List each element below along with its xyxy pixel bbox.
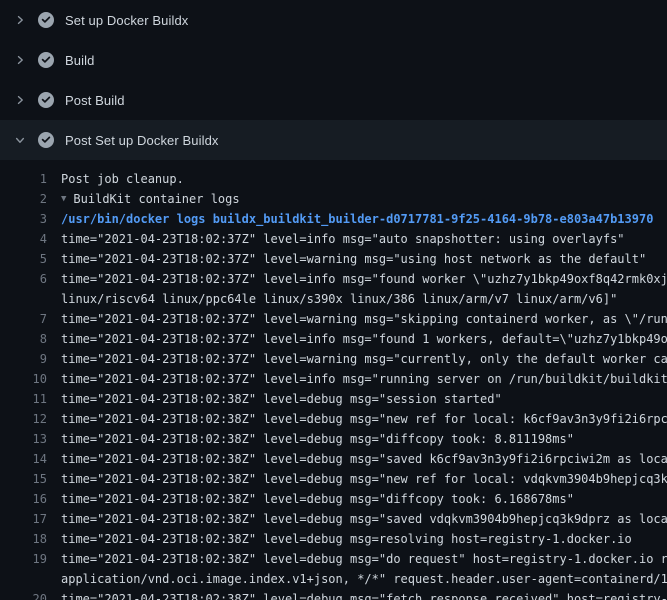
log-line-text: time="2021-04-23T18:02:37Z" level=info m… <box>61 329 667 349</box>
log-line-number[interactable]: 20 <box>0 589 47 600</box>
log-line-number[interactable]: 13 <box>0 429 47 449</box>
log-line-number[interactable]: 4 <box>0 229 47 249</box>
chevron-right-icon[interactable] <box>14 14 26 26</box>
check-circle-icon <box>38 92 54 108</box>
log-line[interactable]: 15 ▼ time="2021-04-23T18:02:38Z" level=d… <box>0 469 667 489</box>
step-section-set-up-docker-buildx[interactable]: Set up Docker Buildx <box>0 0 667 40</box>
log-line-text: linux/riscv64 linux/ppc64le linux/s390x … <box>61 289 667 309</box>
log-line-number[interactable]: 18 <box>0 529 47 549</box>
log-line[interactable]: 13 ▼ time="2021-04-23T18:02:38Z" level=d… <box>0 429 667 449</box>
log-line-text: time="2021-04-23T18:02:38Z" level=debug … <box>61 589 667 600</box>
log-line-text: /usr/bin/docker logs buildx_buildkit_bui… <box>61 209 667 229</box>
triangle-down-icon[interactable]: ▼ <box>61 189 66 209</box>
log-line-number[interactable]: 14 <box>0 449 47 469</box>
section-chevron[interactable] <box>12 12 28 28</box>
log-line-number[interactable]: 3 <box>0 209 47 229</box>
log-line-text: time="2021-04-23T18:02:37Z" level=info m… <box>61 229 667 249</box>
log-line-number[interactable]: 10 <box>0 369 47 389</box>
log-line[interactable]: 2 ▼ BuildKit container logs <box>0 189 667 209</box>
log-line[interactable]: 17 ▼ time="2021-04-23T18:02:38Z" level=d… <box>0 509 667 529</box>
step-section-post-build[interactable]: Post Build <box>0 80 667 120</box>
log-line-text: time="2021-04-23T18:02:37Z" level=warnin… <box>61 309 667 329</box>
job-logs-panel: Set up Docker Buildx Build <box>0 0 667 600</box>
log-line-text: Post job cleanup. <box>61 169 667 189</box>
log-line[interactable]: 20 ▼ time="2021-04-23T18:02:38Z" level=d… <box>0 589 667 600</box>
chevron-down-icon[interactable] <box>14 134 26 146</box>
log-line-text: time="2021-04-23T18:02:38Z" level=debug … <box>61 389 667 409</box>
log-line-number[interactable]: 17 <box>0 509 47 529</box>
log-line-number[interactable]: 6 <box>0 269 47 289</box>
log-line-number[interactable]: 9 <box>0 349 47 369</box>
section-chevron[interactable] <box>12 52 28 68</box>
log-line-number[interactable]: 2 <box>0 189 47 209</box>
log-line-text: time="2021-04-23T18:02:38Z" level=debug … <box>61 549 667 569</box>
log-line[interactable]: 18 ▼ time="2021-04-23T18:02:38Z" level=d… <box>0 529 667 549</box>
log-line-number[interactable]: 5 <box>0 249 47 269</box>
check-circle-icon <box>38 132 54 148</box>
log-lines: 1 ▼ Post job cleanup. 2 ▼ BuildKit conta… <box>0 160 667 600</box>
step-section-label: Post Build <box>65 93 125 108</box>
log-line-text: application/vnd.oci.image.index.v1+json,… <box>61 569 667 589</box>
log-line[interactable]: 19 ▼ time="2021-04-23T18:02:38Z" level=d… <box>0 549 667 569</box>
log-line-text: time="2021-04-23T18:02:38Z" level=debug … <box>61 449 667 469</box>
check-circle-icon <box>38 12 54 28</box>
log-line[interactable]: 3 ▼ /usr/bin/docker logs buildx_buildkit… <box>0 209 667 229</box>
step-section-label: Build <box>65 53 94 68</box>
log-line[interactable]: 6 ▼ time="2021-04-23T18:02:37Z" level=in… <box>0 269 667 289</box>
log-line-text: time="2021-04-23T18:02:38Z" level=debug … <box>61 509 667 529</box>
log-line-number[interactable]: 1 <box>0 169 47 189</box>
log-line[interactable]: 12 ▼ time="2021-04-23T18:02:38Z" level=d… <box>0 409 667 429</box>
log-line[interactable]: ▼ application/vnd.oci.image.index.v1+jso… <box>0 569 667 589</box>
log-line-text: time="2021-04-23T18:02:37Z" level=info m… <box>61 369 667 389</box>
log-line-number[interactable]: 12 <box>0 409 47 429</box>
log-line-number[interactable]: 15 <box>0 469 47 489</box>
step-section-list: Set up Docker Buildx Build <box>0 0 667 160</box>
log-line[interactable]: 5 ▼ time="2021-04-23T18:02:37Z" level=wa… <box>0 249 667 269</box>
step-section-label: Set up Docker Buildx <box>65 13 188 28</box>
step-section-build[interactable]: Build <box>0 40 667 80</box>
section-chevron[interactable] <box>12 132 28 148</box>
log-line-number[interactable]: 11 <box>0 389 47 409</box>
chevron-right-icon[interactable] <box>14 94 26 106</box>
log-line-text: BuildKit container logs <box>73 189 667 209</box>
log-line[interactable]: 9 ▼ time="2021-04-23T18:02:37Z" level=wa… <box>0 349 667 369</box>
log-line-number[interactable]: 19 <box>0 549 47 569</box>
log-line[interactable]: ▼ linux/riscv64 linux/ppc64le linux/s390… <box>0 289 667 309</box>
log-line[interactable]: 7 ▼ time="2021-04-23T18:02:37Z" level=wa… <box>0 309 667 329</box>
check-circle-icon <box>38 52 54 68</box>
log-line-text: time="2021-04-23T18:02:38Z" level=debug … <box>61 409 667 429</box>
log-line-number[interactable] <box>0 289 47 309</box>
log-line[interactable]: 11 ▼ time="2021-04-23T18:02:38Z" level=d… <box>0 389 667 409</box>
log-line-number[interactable]: 7 <box>0 309 47 329</box>
chevron-right-icon[interactable] <box>14 54 26 66</box>
log-line-text: time="2021-04-23T18:02:38Z" level=debug … <box>61 489 667 509</box>
log-line[interactable]: 1 ▼ Post job cleanup. <box>0 169 667 189</box>
log-line[interactable]: 8 ▼ time="2021-04-23T18:02:37Z" level=in… <box>0 329 667 349</box>
log-line-text: time="2021-04-23T18:02:38Z" level=debug … <box>61 469 667 489</box>
log-line-number[interactable]: 16 <box>0 489 47 509</box>
log-line[interactable]: 16 ▼ time="2021-04-23T18:02:38Z" level=d… <box>0 489 667 509</box>
log-line-text: time="2021-04-23T18:02:37Z" level=info m… <box>61 269 667 289</box>
log-line-text: time="2021-04-23T18:02:37Z" level=warnin… <box>61 349 667 369</box>
log-line[interactable]: 14 ▼ time="2021-04-23T18:02:38Z" level=d… <box>0 449 667 469</box>
log-line-text: time="2021-04-23T18:02:38Z" level=debug … <box>61 429 667 449</box>
log-line-text: time="2021-04-23T18:02:37Z" level=warnin… <box>61 249 667 269</box>
section-chevron[interactable] <box>12 92 28 108</box>
log-line-number[interactable]: 8 <box>0 329 47 349</box>
step-section-post-set-up-docker-buildx[interactable]: Post Set up Docker Buildx <box>0 120 667 160</box>
log-line[interactable]: 4 ▼ time="2021-04-23T18:02:37Z" level=in… <box>0 229 667 249</box>
step-section-label: Post Set up Docker Buildx <box>65 133 219 148</box>
log-line[interactable]: 10 ▼ time="2021-04-23T18:02:37Z" level=i… <box>0 369 667 389</box>
log-line-text: time="2021-04-23T18:02:38Z" level=debug … <box>61 529 667 549</box>
log-line-number[interactable] <box>0 569 47 589</box>
